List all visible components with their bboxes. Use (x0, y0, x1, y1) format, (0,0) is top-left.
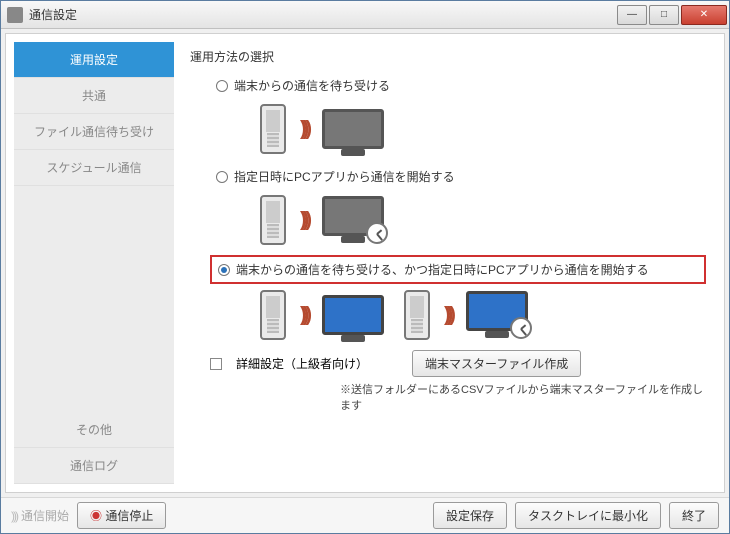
signal-icon: ))) (300, 209, 308, 232)
content-panel: 運用方法の選択 端末からの通信を待ち受ける ))) 指定日時にPCアプリから通信… (180, 42, 716, 484)
monitor-icon (322, 295, 384, 335)
clock-icon (366, 222, 388, 244)
illustration-2: ))) (260, 195, 706, 245)
save-settings-button[interactable]: 設定保存 (433, 502, 507, 529)
master-note: ※送信フォルダーにあるCSVファイルから端末マスターファイルを作成します (340, 381, 706, 413)
phone-icon (260, 195, 286, 245)
clock-icon (510, 317, 532, 339)
window-title: 通信設定 (29, 6, 615, 23)
sidebar-item-other[interactable]: その他 (14, 412, 174, 448)
app-window: 通信設定 — □ ✕ 運用設定 共通 ファイル通信待ち受け スケジュール通信 そ… (0, 0, 730, 534)
exit-button[interactable]: 終了 (669, 502, 719, 529)
monitor-clock-group (322, 196, 388, 244)
advanced-row: 詳細設定（上級者向け） 端末マスターファイル作成 (210, 350, 706, 377)
comm-stop-button[interactable]: ◉ 通信停止 (77, 502, 166, 529)
maximize-window-button[interactable]: □ (649, 5, 679, 25)
option-scheduled-pc[interactable]: 指定日時にPCアプリから通信を開始する (210, 164, 706, 189)
phone-icon (260, 104, 286, 154)
sidebar: 運用設定 共通 ファイル通信待ち受け スケジュール通信 その他 通信ログ (14, 42, 174, 484)
main-body: 運用設定 共通 ファイル通信待ち受け スケジュール通信 その他 通信ログ 運用方… (5, 33, 725, 493)
comm-start-status: ))) 通信開始 (11, 507, 69, 524)
option-label: 端末からの通信を待ち受ける (234, 77, 390, 94)
signal-icon: ))) (300, 304, 308, 327)
option-both[interactable]: 端末からの通信を待ち受ける、かつ指定日時にPCアプリから通信を開始する (210, 255, 706, 284)
stop-icon: ◉ (90, 509, 102, 523)
sidebar-item-log[interactable]: 通信ログ (14, 448, 174, 484)
window-controls: — □ ✕ (615, 5, 727, 25)
sidebar-item-common[interactable]: 共通 (14, 78, 174, 114)
create-master-button[interactable]: 端末マスターファイル作成 (412, 350, 581, 377)
close-window-button[interactable]: ✕ (681, 5, 727, 25)
illustration-3: ))) ))) (260, 290, 706, 340)
signal-icon: ))) (444, 304, 452, 327)
radio-icon (216, 80, 228, 92)
sidebar-item-operation[interactable]: 運用設定 (14, 42, 174, 78)
illustration-1: ))) (260, 104, 706, 154)
sidebar-item-schedule[interactable]: スケジュール通信 (14, 150, 174, 186)
phone-icon (260, 290, 286, 340)
signal-icon: ))) (300, 118, 308, 141)
comm-start-label: 通信開始 (21, 507, 69, 524)
titlebar: 通信設定 — □ ✕ (1, 1, 729, 29)
comm-stop-label: 通信停止 (105, 509, 153, 523)
sidebar-item-file-comm[interactable]: ファイル通信待ち受け (14, 114, 174, 150)
option-wait-terminal[interactable]: 端末からの通信を待ち受ける (210, 73, 706, 98)
advanced-label: 詳細設定（上級者向け） (236, 355, 368, 372)
minimize-window-button[interactable]: — (617, 5, 647, 25)
app-icon (7, 7, 23, 23)
section-title: 運用方法の選択 (190, 48, 706, 65)
phone-icon (404, 290, 430, 340)
option-label: 指定日時にPCアプリから通信を開始する (234, 168, 455, 185)
radio-icon (218, 264, 230, 276)
advanced-checkbox[interactable] (210, 358, 222, 370)
radio-icon (216, 171, 228, 183)
option-label: 端末からの通信を待ち受ける、かつ指定日時にPCアプリから通信を開始する (236, 261, 649, 278)
monitor-icon (322, 109, 384, 149)
signal-small-icon: ))) (11, 509, 17, 523)
minimize-tray-button[interactable]: タスクトレイに最小化 (515, 502, 661, 529)
footer: ))) 通信開始 ◉ 通信停止 設定保存 タスクトレイに最小化 終了 (1, 497, 729, 533)
